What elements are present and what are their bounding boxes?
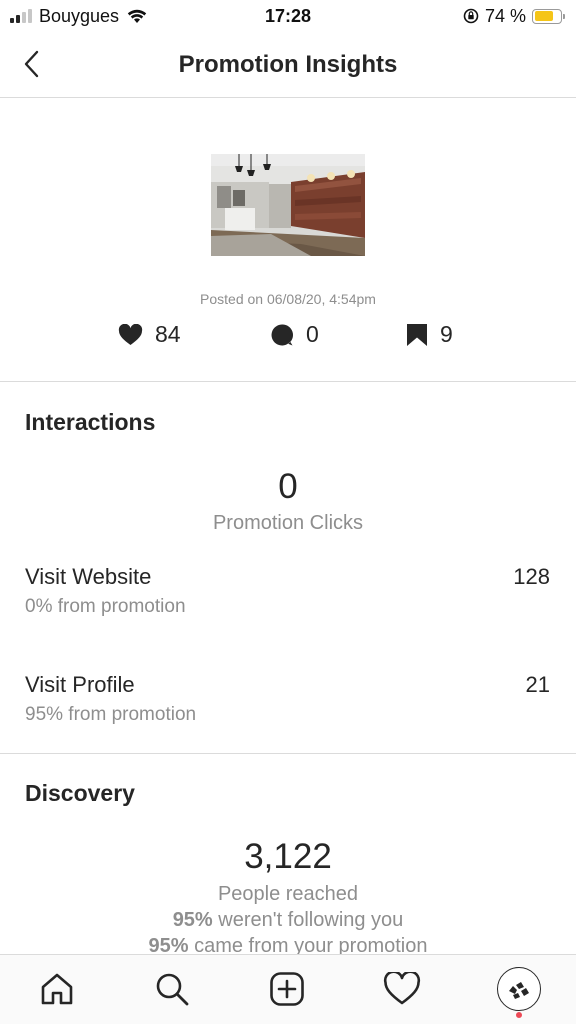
visit-website-sub: 0% from promotion [25,596,186,617]
people-reached-label: People reached [217,883,359,905]
profile-avatar [497,967,541,1011]
search-icon [156,973,189,1006]
visit-website-value: 128 [513,564,550,589]
interactions-title: Interactions [25,409,156,435]
orientation-lock-icon [463,8,479,24]
visit-profile-value: 21 [525,672,550,697]
bookmark-icon [407,323,427,346]
people-reached-value: 3,122 [244,837,332,876]
comments-count: 0 [306,321,319,347]
visit-website-label: Visit Website [25,564,152,589]
comment-icon [271,323,293,345]
battery-icon [532,8,565,24]
tab-search[interactable] [152,969,192,1009]
tab-activity[interactable] [382,969,422,1009]
section-divider [0,753,576,754]
battery-percent: 74 % [484,5,526,26]
not-following-line: 95% weren't following you [0,909,576,932]
add-post-icon [270,972,304,1006]
status-right: 74 % [463,5,565,27]
post-summary: Posted on 06/08/20, 4:54pm 84 0 9 [0,99,576,382]
battery-level [534,11,553,21]
avatar-logo-icon [509,982,529,999]
activity-heart-icon [383,972,421,1005]
visit-profile-sub: 95% from promotion [25,704,197,725]
discovery-title: Discovery [25,780,135,806]
status-bar: Bouygues 17:28 74 % [0,0,576,34]
tab-bar [0,954,576,1024]
comments-metric: 0 [270,321,319,348]
promotion-clicks-label: Promotion Clicks [212,512,364,534]
posted-date: Posted on 06/08/20, 4:54pm [200,291,376,307]
saves-count: 9 [440,321,453,347]
likes-metric: 84 [118,321,181,348]
post-image [211,154,365,256]
notification-dot [516,1012,522,1018]
post-thumbnail[interactable] [211,154,365,256]
saves-metric: 9 [406,321,453,348]
header: Promotion Insights [0,34,576,98]
post-metrics: 84 0 9 [0,321,576,351]
tab-create[interactable] [267,969,307,1009]
tab-profile[interactable] [496,966,542,1018]
tab-home[interactable] [37,969,77,1009]
visit-profile-label: Visit Profile [25,672,135,697]
page-title: Promotion Insights [178,51,398,78]
promotion-clicks-value: 0 [278,467,298,506]
not-following-pct: 95% [172,909,213,931]
not-following-text: weren't following you [212,909,404,931]
likes-count: 84 [155,321,181,347]
heart-icon [118,323,143,345]
home-icon [41,973,73,1005]
